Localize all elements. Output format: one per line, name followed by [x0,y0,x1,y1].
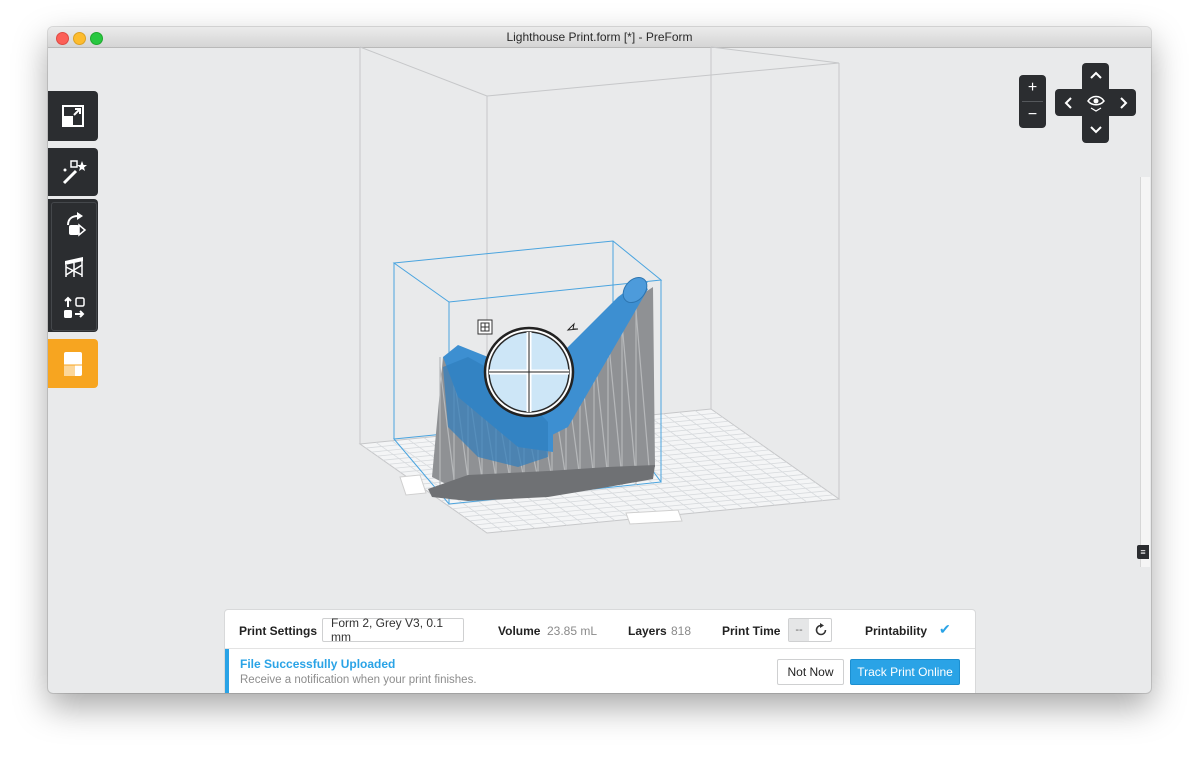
orientation-tool-button[interactable] [52,203,96,245]
supports-tool-button[interactable] [52,245,96,287]
chevron-down-icon [1089,126,1102,134]
print-time-field: -- [788,618,832,642]
print-time-value: -- [789,619,809,641]
notification-accent-bar [225,649,229,693]
orient-icon [67,212,87,237]
notification-title: File Successfully Uploaded [240,657,396,671]
track-print-online-button[interactable]: Track Print Online [850,659,960,685]
notification-message: Receive a notification when your print f… [240,674,477,686]
printer-icon [64,351,82,376]
print-settings-selector[interactable]: Form 2, Grey V3, 0.1 mm [322,616,464,644]
expand-icon [62,105,84,127]
volume-label: Volume [498,624,541,638]
rotate-down-button[interactable] [1082,118,1109,142]
eye-icon [1086,95,1105,112]
print-tool-button[interactable] [48,339,98,388]
rotate-left-button[interactable] [1055,89,1080,116]
zoom-out-button[interactable]: − [1019,102,1046,128]
not-now-button[interactable]: Not Now [777,659,844,685]
supports-icon [65,257,83,277]
refresh-print-time-button[interactable] [810,619,831,641]
volume-value: 23.85 mL [547,624,598,638]
print-settings-label: Print Settings [239,624,318,638]
rotate-up-button[interactable] [1082,63,1109,87]
upload-notification: File Successfully Uploaded Receive a not… [225,649,975,693]
one-click-print-button[interactable] [48,148,98,196]
edit-tools-group [48,199,98,332]
check-icon: ✔ [939,621,951,637]
rotate-right-button[interactable] [1111,89,1136,116]
scale-tool-button[interactable] [48,91,98,141]
refresh-icon [815,623,826,636]
vertical-scrollbar[interactable] [1140,177,1150,567]
magic-wand-icon [62,160,87,185]
printability-label: Printability [865,624,928,638]
reset-view-button[interactable] [1084,90,1107,115]
layers-label: Layers [628,624,667,638]
print-time-label: Print Time [722,624,781,638]
viewport-3d[interactable] [48,27,1151,693]
zoom-controls: + − [1019,75,1046,128]
layout-tool-button[interactable] [52,287,96,329]
layers-value: 818 [671,624,692,638]
zoom-in-button[interactable]: + [1019,75,1046,101]
preform-window: Lighthouse Print.form [*] - PreForm + − … [48,27,1151,693]
chevron-right-icon [1119,96,1127,109]
print-panel: Print Settings Form 2, Grey V3, 0.1 mm V… [224,609,976,693]
panel-toggle-icon[interactable]: ≡ [1137,545,1149,559]
chevron-left-icon [1064,96,1072,109]
layout-icon [64,296,85,318]
chevron-up-icon [1089,71,1102,79]
print-settings-bar: Print Settings Form 2, Grey V3, 0.1 mm V… [225,610,975,649]
